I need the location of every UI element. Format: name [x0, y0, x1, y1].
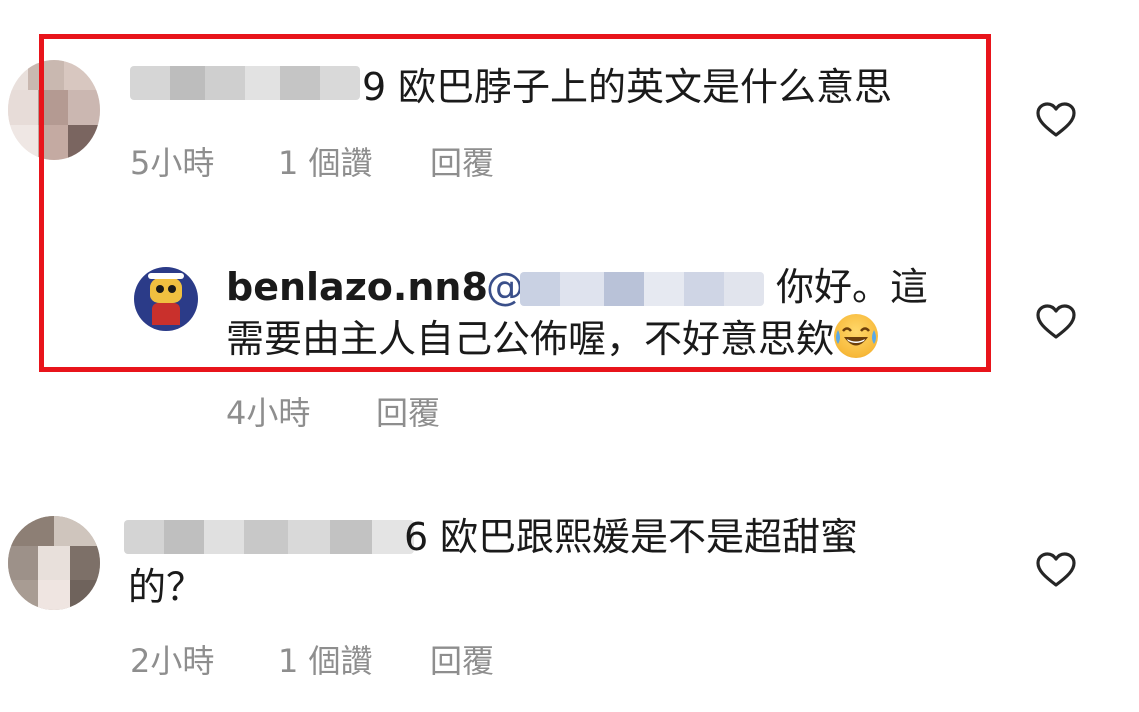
reply-button[interactable]: 回覆: [376, 388, 440, 434]
highlight-box: [39, 34, 991, 372]
avatar[interactable]: [8, 516, 100, 610]
username-suffix[interactable]: 6: [404, 512, 428, 562]
reply-meta: 4小時 回覆: [226, 388, 526, 432]
heart-outline-icon[interactable]: [1036, 304, 1076, 340]
reply-time: 4小時: [226, 394, 311, 432]
comment-time: 2小時: [130, 642, 215, 680]
heart-outline-icon[interactable]: [1036, 102, 1076, 138]
reply-button[interactable]: 回覆: [430, 636, 494, 682]
comment-text-line2: 的？: [128, 565, 205, 609]
blurred-username[interactable]: [124, 520, 414, 554]
likes-count[interactable]: 1 個讚: [278, 636, 373, 682]
heart-outline-icon[interactable]: [1036, 552, 1076, 588]
comment-text-line1: 欧巴跟熙媛是不是超甜蜜: [440, 515, 859, 559]
comment-meta: 2小時 1 個讚 回覆: [130, 636, 530, 680]
